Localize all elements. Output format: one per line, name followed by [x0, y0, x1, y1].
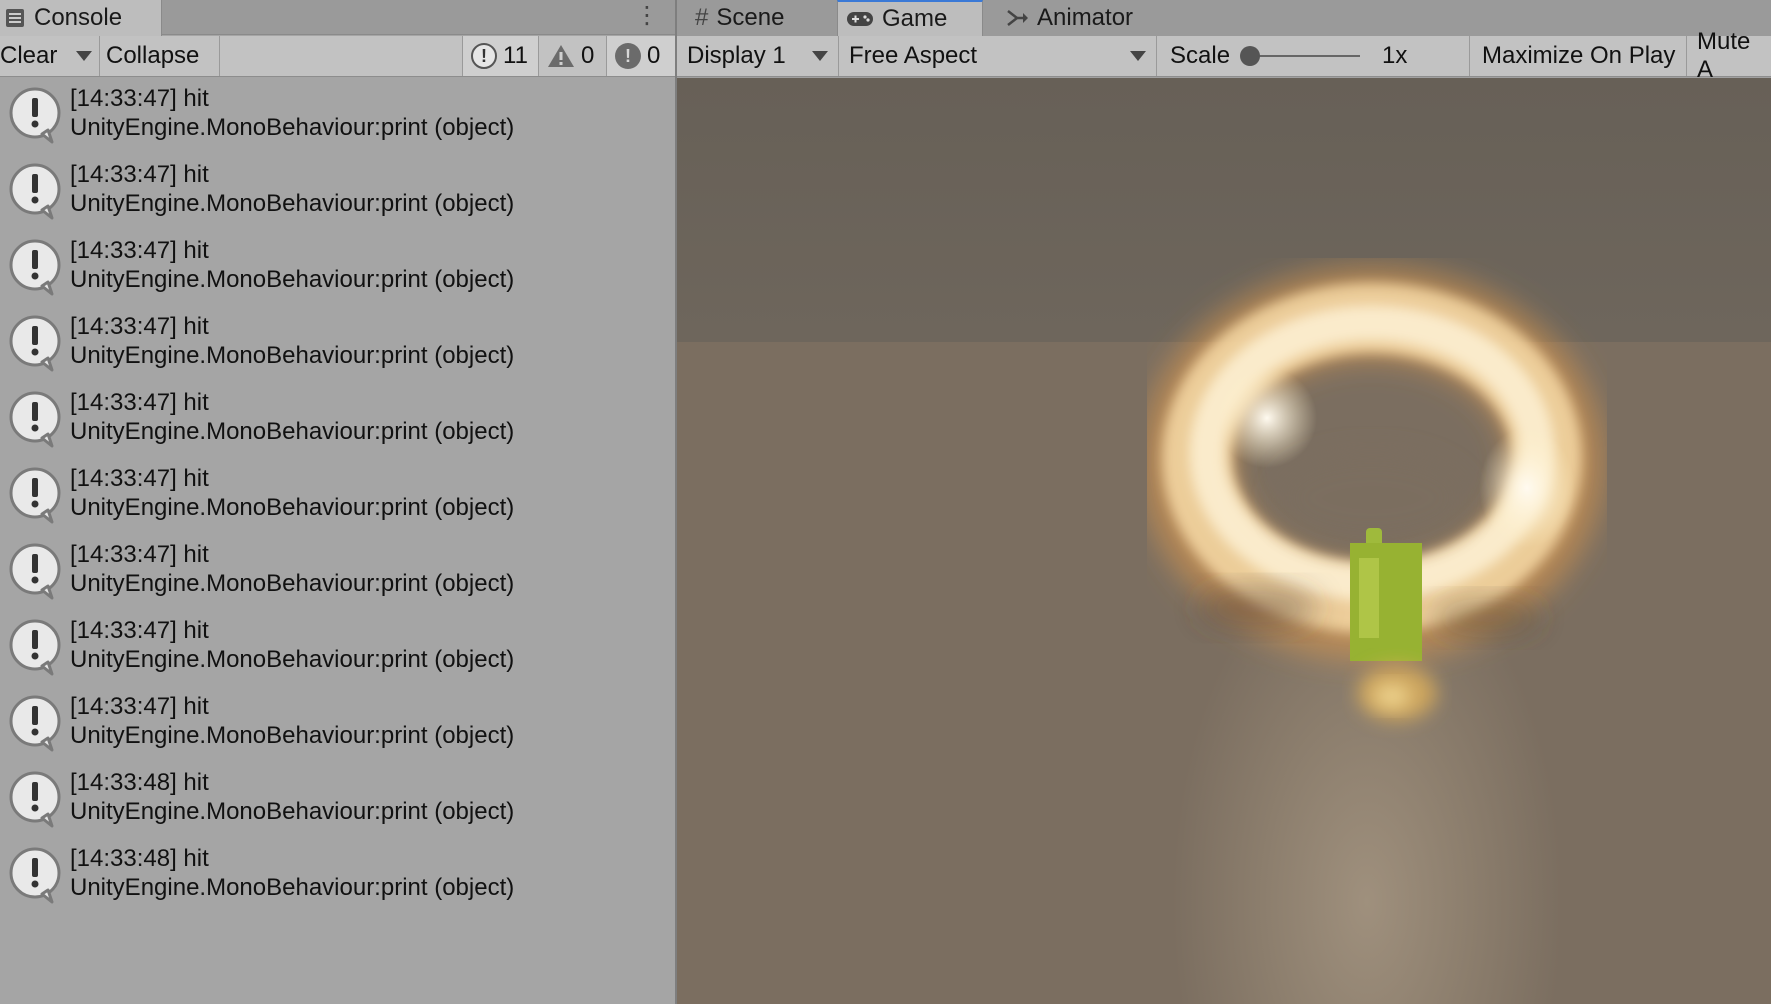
clear-label: Clear — [0, 42, 58, 69]
clear-button[interactable]: Clear — [0, 36, 68, 76]
error-count-toggle[interactable]: ! 0 — [606, 36, 675, 76]
console-tabbar: Console ⋮ — [0, 0, 675, 36]
mute-label: Mute A — [1697, 28, 1751, 83]
grid-hash-icon: # — [695, 4, 709, 31]
log-message-icon — [9, 695, 61, 752]
player-object — [1350, 528, 1422, 661]
log-message-icon — [9, 391, 61, 448]
log-message-icon — [9, 543, 61, 600]
log-message-icon — [9, 315, 61, 372]
console-icon — [6, 9, 24, 27]
log-message-icon — [9, 847, 61, 904]
log-text: [14:33:47] hit UnityEngine.MonoBehaviour:… — [70, 85, 515, 141]
log-entry[interactable]: [14:33:47] hit UnityEngine.MonoBehaviour:… — [0, 78, 675, 154]
collapse-label: Collapse — [106, 42, 200, 69]
scale-control: Scale 1x — [1160, 36, 1470, 76]
maximize-label: Maximize On Play — [1482, 42, 1676, 69]
log-text: [14:33:47] hit UnityEngine.MonoBehaviour:… — [70, 161, 515, 217]
game-tab-label: Game — [882, 5, 948, 32]
log-text: [14:33:48] hit UnityEngine.MonoBehaviour:… — [70, 769, 515, 825]
error-icon: ! — [615, 43, 641, 69]
warning-icon — [548, 45, 574, 67]
tab-scene[interactable]: # Scene — [687, 0, 837, 36]
log-entry[interactable]: [14:33:47] hit UnityEngine.MonoBehaviour:… — [0, 306, 675, 382]
log-entry[interactable]: [14:33:47] hit UnityEngine.MonoBehaviour:… — [0, 534, 675, 610]
console-panel: Console ⋮ Clear Collapse ! 11 0 ! 0 [14:… — [0, 0, 675, 1004]
log-message-icon — [9, 771, 61, 828]
collapse-button[interactable]: Collapse — [100, 36, 220, 76]
log-entry[interactable]: [14:33:47] hit UnityEngine.MonoBehaviour:… — [0, 686, 675, 762]
info-icon: ! — [471, 43, 497, 69]
log-message-icon — [9, 467, 61, 524]
log-text: [14:33:47] hit UnityEngine.MonoBehaviour:… — [70, 617, 515, 673]
log-text: [14:33:47] hit UnityEngine.MonoBehaviour:… — [70, 541, 515, 597]
console-tab-label: Console — [34, 4, 123, 31]
log-entry[interactable]: [14:33:47] hit UnityEngine.MonoBehaviour:… — [0, 458, 675, 534]
display-value: Display 1 — [687, 42, 786, 69]
game-panel: # Scene Game Animator Display 1 Free Asp… — [677, 0, 1771, 1004]
tab-game[interactable]: Game — [837, 0, 983, 36]
log-message-icon — [9, 87, 61, 144]
fire-glow-effect — [1357, 665, 1437, 721]
mute-audio-toggle[interactable]: Mute A — [1687, 28, 1771, 83]
scale-slider-handle[interactable] — [1240, 46, 1261, 66]
tab-animator[interactable]: Animator — [997, 0, 1167, 36]
log-entry[interactable]: [14:33:47] hit UnityEngine.MonoBehaviour:… — [0, 382, 675, 458]
warning-count: 0 — [581, 42, 595, 69]
log-list[interactable]: [14:33:47] hit UnityEngine.MonoBehaviour:… — [0, 78, 675, 1004]
log-text: [14:33:47] hit UnityEngine.MonoBehaviour:… — [70, 389, 515, 445]
animator-tab-label: Animator — [1037, 4, 1134, 31]
kebab-menu-icon[interactable]: ⋮ — [635, 4, 659, 28]
log-count-toggle[interactable]: ! 11 — [462, 36, 538, 76]
log-text: [14:33:47] hit UnityEngine.MonoBehaviour:… — [70, 237, 515, 293]
log-entry[interactable]: [14:33:47] hit UnityEngine.MonoBehaviour:… — [0, 154, 675, 230]
chevron-down-icon — [1130, 51, 1146, 61]
log-count: 11 — [503, 42, 528, 69]
maximize-on-play-toggle[interactable]: Maximize On Play — [1472, 36, 1687, 76]
clear-options-dropdown[interactable] — [68, 36, 100, 76]
log-entry[interactable]: [14:33:47] hit UnityEngine.MonoBehaviour:… — [0, 230, 675, 306]
view-tabbar: # Scene Game Animator — [677, 0, 1771, 36]
log-entry[interactable]: [14:33:48] hit UnityEngine.MonoBehaviour:… — [0, 838, 675, 914]
log-message-icon — [9, 239, 61, 296]
chevron-down-icon — [75, 51, 92, 61]
warning-count-toggle[interactable]: 0 — [538, 36, 606, 76]
aspect-dropdown[interactable]: Free Aspect — [839, 36, 1157, 76]
unity-editor: Console ⋮ Clear Collapse ! 11 0 ! 0 [14:… — [0, 0, 1771, 1004]
log-message-icon — [9, 619, 61, 676]
log-entry[interactable]: [14:33:48] hit UnityEngine.MonoBehaviour:… — [0, 762, 675, 838]
log-text: [14:33:47] hit UnityEngine.MonoBehaviour:… — [70, 313, 515, 369]
scale-value: 1x — [1382, 42, 1408, 69]
error-count: 0 — [647, 42, 661, 69]
log-text: [14:33:47] hit UnityEngine.MonoBehaviour:… — [70, 693, 515, 749]
gamepad-icon — [847, 12, 873, 26]
console-toolbar: Clear Collapse ! 11 0 ! 0 — [0, 36, 675, 77]
log-text: [14:33:47] hit UnityEngine.MonoBehaviour:… — [70, 465, 515, 521]
scale-label: Scale — [1170, 42, 1231, 69]
log-message-icon — [9, 163, 61, 220]
tab-console[interactable]: Console — [0, 0, 162, 36]
animator-icon — [1007, 10, 1028, 26]
scale-slider[interactable] — [1240, 46, 1361, 66]
game-toolbar: Display 1 Free Aspect Scale 1x Maximize … — [677, 28, 1771, 83]
fire-ring-effect — [1147, 265, 1605, 661]
game-viewport[interactable] — [677, 78, 1771, 1004]
scene-tab-label: Scene — [716, 4, 785, 31]
log-entry[interactable]: [14:33:47] hit UnityEngine.MonoBehaviour:… — [0, 610, 675, 686]
display-dropdown[interactable]: Display 1 — [677, 36, 839, 76]
log-text: [14:33:48] hit UnityEngine.MonoBehaviour:… — [70, 845, 515, 901]
aspect-value: Free Aspect — [849, 42, 978, 69]
chevron-down-icon — [812, 51, 828, 61]
